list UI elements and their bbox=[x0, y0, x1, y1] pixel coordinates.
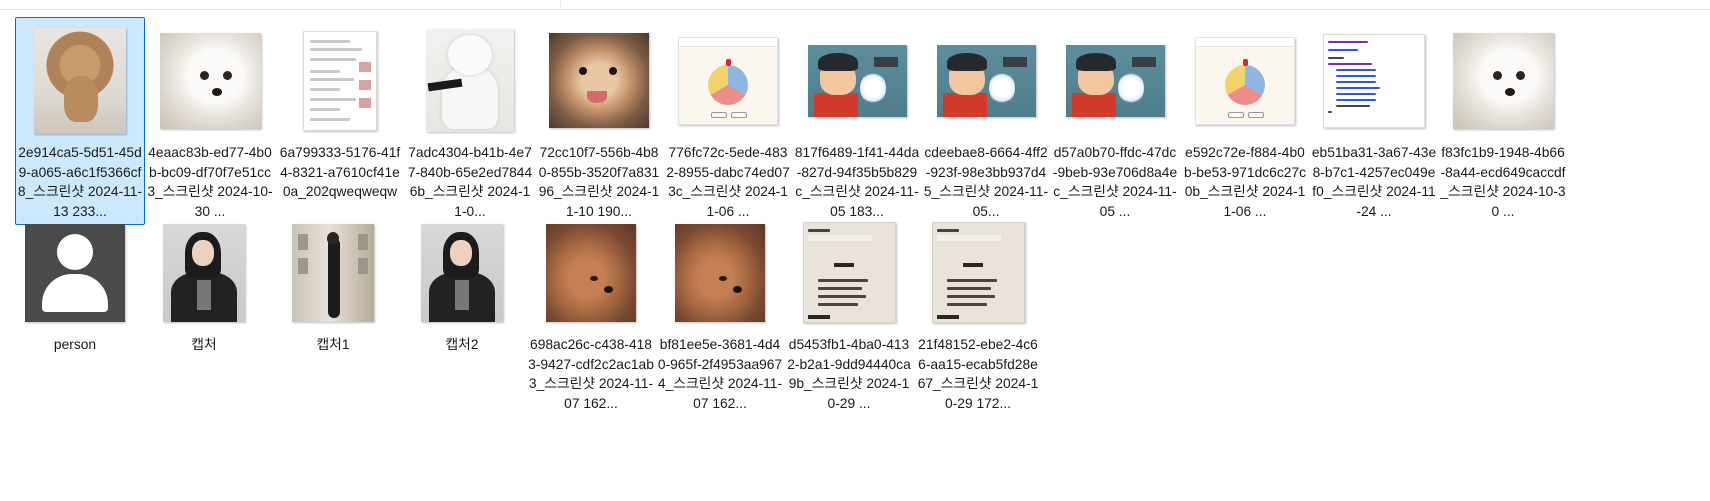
file-item[interactable]: 72cc10f7-556b-4b80-855b-3520f7a83196_스크린… bbox=[534, 17, 664, 225]
column-divider bbox=[560, 0, 561, 10]
menu-photo-thumbnail bbox=[931, 222, 1025, 323]
cartoon-screenshot-thumbnail bbox=[1065, 44, 1165, 117]
file-name-label: 6a799333-5176-41f4-8321-a7610cf41e0a_202… bbox=[279, 145, 401, 199]
file-thumbnail bbox=[17, 216, 133, 329]
file-thumbnail bbox=[928, 24, 1044, 137]
file-item[interactable]: bf81ee5e-3681-4d40-965f-2f4953aa9674_스크린… bbox=[655, 209, 785, 417]
portrait-photo-thumbnail bbox=[163, 223, 245, 322]
file-thumbnail bbox=[670, 24, 786, 137]
file-name-label: 698ac26c-c438-4183-9427-cdf2c2ac1ab3_스크린… bbox=[528, 337, 654, 411]
code-screenshot-thumbnail bbox=[1323, 33, 1425, 128]
file-thumbnail bbox=[1187, 24, 1303, 137]
file-item[interactable]: e592c72e-f884-4b0b-be53-971dc6c27c0b_스크린… bbox=[1180, 17, 1310, 225]
toolbar-divider bbox=[0, 9, 1710, 10]
file-name-label: e592c72e-f884-4b0b-be53-971dc6c27c0b_스크린… bbox=[1184, 145, 1306, 219]
file-item[interactable]: f83fc1b9-1948-4b66-8a44-ecd649caccdf_스크린… bbox=[1438, 17, 1568, 225]
file-thumbnail bbox=[1445, 24, 1561, 137]
file-thumbnail bbox=[22, 24, 138, 137]
file-name-label: person bbox=[53, 337, 97, 352]
file-name-label: f83fc1b9-1948-4b66-8a44-ecd649caccdf_스크린… bbox=[1440, 145, 1566, 219]
file-item[interactable]: 6a799333-5176-41f4-8321-a7610cf41e0a_202… bbox=[275, 17, 405, 206]
file-name-label: d5453fb1-4ba0-4132-b2a1-9dd94440ca9b_스크린… bbox=[787, 337, 911, 411]
menu-photo-thumbnail bbox=[802, 222, 896, 323]
dog-photo-thumbnail bbox=[546, 223, 636, 322]
file-item[interactable]: eb51ba31-3a67-43e8-b7c1-4257ec049ef0_스크린… bbox=[1309, 17, 1439, 225]
file-name-label: bf81ee5e-3681-4d40-965f-2f4953aa9674_스크린… bbox=[657, 337, 783, 411]
file-name-label: 캡처1 bbox=[316, 337, 350, 352]
cartoon-screenshot-thumbnail bbox=[807, 44, 907, 117]
file-thumbnail bbox=[152, 24, 268, 137]
file-item[interactable]: d5453fb1-4ba0-4132-b2a1-9dd94440ca9b_스크린… bbox=[784, 209, 914, 417]
screenshot-thumbnail bbox=[303, 30, 377, 131]
file-item[interactable]: 817f6489-1f41-44da-827d-94f35b5b829c_스크린… bbox=[792, 17, 922, 225]
dog-photo-thumbnail bbox=[675, 223, 765, 322]
file-item[interactable]: 캡처1 bbox=[268, 209, 398, 359]
file-item[interactable]: 캡처 bbox=[139, 209, 269, 359]
dog-photo-thumbnail bbox=[34, 27, 126, 134]
file-thumbnail bbox=[1316, 24, 1432, 137]
dog-photo-thumbnail bbox=[1452, 32, 1554, 129]
file-item[interactable]: d57a0b70-ffdc-47dc-9beb-93e706d8a4ec_스크린… bbox=[1050, 17, 1180, 225]
cartoon-screenshot-thumbnail bbox=[936, 44, 1036, 117]
file-name-label: d57a0b70-ffdc-47dc-9beb-93e706d8a4ec_스크린… bbox=[1052, 145, 1178, 219]
spinner-screenshot-thumbnail bbox=[1195, 36, 1295, 125]
file-name-label: 21f48152-ebe2-4c66-aa15-ecab5fd28e67_스크린… bbox=[917, 337, 1039, 411]
file-item[interactable]: 21f48152-ebe2-4c66-aa15-ecab5fd28e67_스크린… bbox=[913, 209, 1043, 417]
file-item[interactable]: 캡처2 bbox=[397, 209, 527, 359]
dog-photo-thumbnail bbox=[426, 29, 514, 132]
file-thumbnail bbox=[791, 216, 907, 329]
spinner-screenshot-thumbnail bbox=[678, 36, 778, 125]
file-thumbnail bbox=[541, 24, 657, 137]
file-thumbnail bbox=[275, 216, 391, 329]
file-item[interactable]: 7adc4304-b41b-4e77-840b-65e2ed78446b_스크린… bbox=[405, 17, 535, 225]
file-thumbnail bbox=[282, 24, 398, 137]
file-thumbnail bbox=[533, 216, 649, 329]
file-item[interactable]: 2e914ca5-5d51-45d9-a065-a6c1f5366cf8_스크린… bbox=[15, 17, 145, 225]
dog-photo-thumbnail bbox=[159, 32, 261, 129]
file-item[interactable]: person bbox=[10, 209, 140, 359]
file-item[interactable]: 698ac26c-c438-4183-9427-cdf2c2ac1ab3_스크린… bbox=[526, 209, 656, 417]
file-thumbnail bbox=[404, 216, 520, 329]
dog-photo-thumbnail bbox=[549, 33, 649, 128]
file-thumbnail bbox=[662, 216, 778, 329]
file-item[interactable]: cdeebae8-6664-4ff2-923f-98e3bb937d45_스크린… bbox=[921, 17, 1051, 225]
portrait-photo-thumbnail bbox=[421, 223, 503, 322]
file-name-label: eb51ba31-3a67-43e8-b7c1-4257ec049ef0_스크린… bbox=[1311, 145, 1437, 219]
file-thumbnail bbox=[799, 24, 915, 137]
file-thumbnail bbox=[146, 216, 262, 329]
file-thumbnail bbox=[412, 24, 528, 137]
file-thumbnail bbox=[1057, 24, 1173, 137]
file-name-label: 캡처2 bbox=[445, 337, 479, 352]
file-thumbnail bbox=[920, 216, 1036, 329]
person-icon bbox=[25, 223, 125, 322]
file-item[interactable]: 4eaac83b-ed77-4b0b-bc09-df70f7e51cc3_스크린… bbox=[145, 17, 275, 225]
file-item[interactable]: 776fc72c-5ede-4832-8955-dabc74ed073c_스크린… bbox=[663, 17, 793, 225]
file-name-label: 캡처 bbox=[191, 337, 217, 352]
street-photo-thumbnail bbox=[292, 223, 374, 322]
